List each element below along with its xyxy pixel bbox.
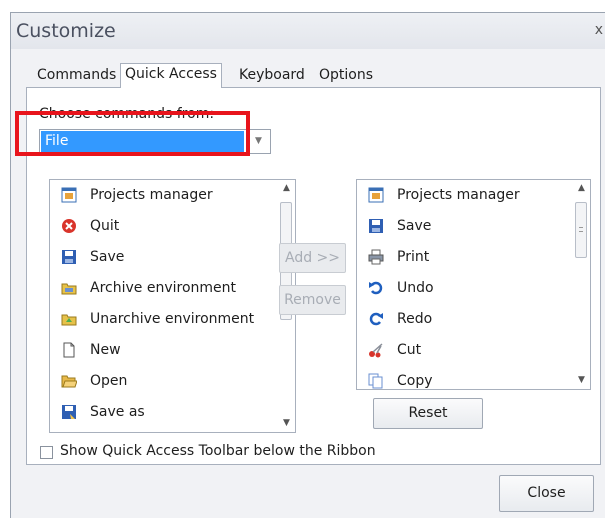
projects-manager-icon [60,186,78,204]
scroll-down-icon[interactable]: ▼ [573,372,590,389]
list-item[interactable]: Undo [357,273,590,304]
copy-icon [367,372,385,389]
unarchive-icon [60,310,78,328]
reset-button[interactable]: Reset [373,398,483,429]
new-document-icon [60,341,78,359]
tab-options[interactable]: Options [315,65,377,87]
archive-icon [60,279,78,297]
dropdown-highlight-annotation [15,111,250,156]
quick-access-list-scrollbar[interactable]: ▲ ▼ [573,180,590,389]
title-bar: Customize x [11,13,605,49]
list-item[interactable]: Unarchive environment [50,304,295,335]
scroll-down-icon[interactable]: ▼ [278,415,295,432]
quit-icon [60,217,78,235]
list-item[interactable]: Archive environment [50,273,295,304]
save-icon [60,248,78,266]
redo-icon [367,310,385,328]
show-below-ribbon-checkbox[interactable] [40,446,53,459]
available-commands-list[interactable]: Projects manager Quit Save Archive envir… [49,179,296,433]
tab-commands[interactable]: Commands [33,65,120,87]
tab-quick-access[interactable]: Quick Access [120,63,222,88]
save-as-icon [60,403,78,421]
cut-icon [367,341,385,359]
projects-manager-icon [367,186,385,204]
print-icon [367,248,385,266]
tab-keyboard[interactable]: Keyboard [235,65,309,87]
list-item[interactable]: Print [357,242,590,273]
save-icon [367,217,385,235]
quick-access-commands-list[interactable]: Projects manager Save Print Undo Redo Cu… [356,179,591,390]
customize-dialog: Customize x Commands Quick Access Keyboa… [10,12,605,518]
undo-icon [367,279,385,297]
scrollbar-thumb[interactable] [575,202,587,258]
close-window-icon[interactable]: x [595,22,603,38]
close-button[interactable]: Close [499,475,594,512]
list-item[interactable]: Quit [50,211,295,242]
window-title: Customize [16,20,116,42]
scroll-up-icon[interactable]: ▲ [573,180,590,197]
list-item[interactable]: Cut [357,335,590,366]
open-folder-icon [60,372,78,390]
list-item[interactable]: Save [50,242,295,273]
list-item[interactable]: Projects manager [50,180,295,211]
list-item[interactable]: New [50,335,295,366]
remove-button[interactable]: Remove [279,285,346,315]
add-button[interactable]: Add >> [279,243,346,273]
list-item[interactable]: Copy [357,366,590,389]
list-item[interactable]: Save as [50,397,295,428]
list-item[interactable]: Redo [357,304,590,335]
scroll-up-icon[interactable]: ▲ [278,180,295,197]
list-item[interactable]: Save [357,211,590,242]
list-item[interactable]: Projects manager [357,180,590,211]
list-item[interactable]: Open [50,366,295,397]
show-below-ribbon-label: Show Quick Access Toolbar below the Ribb… [60,443,376,459]
